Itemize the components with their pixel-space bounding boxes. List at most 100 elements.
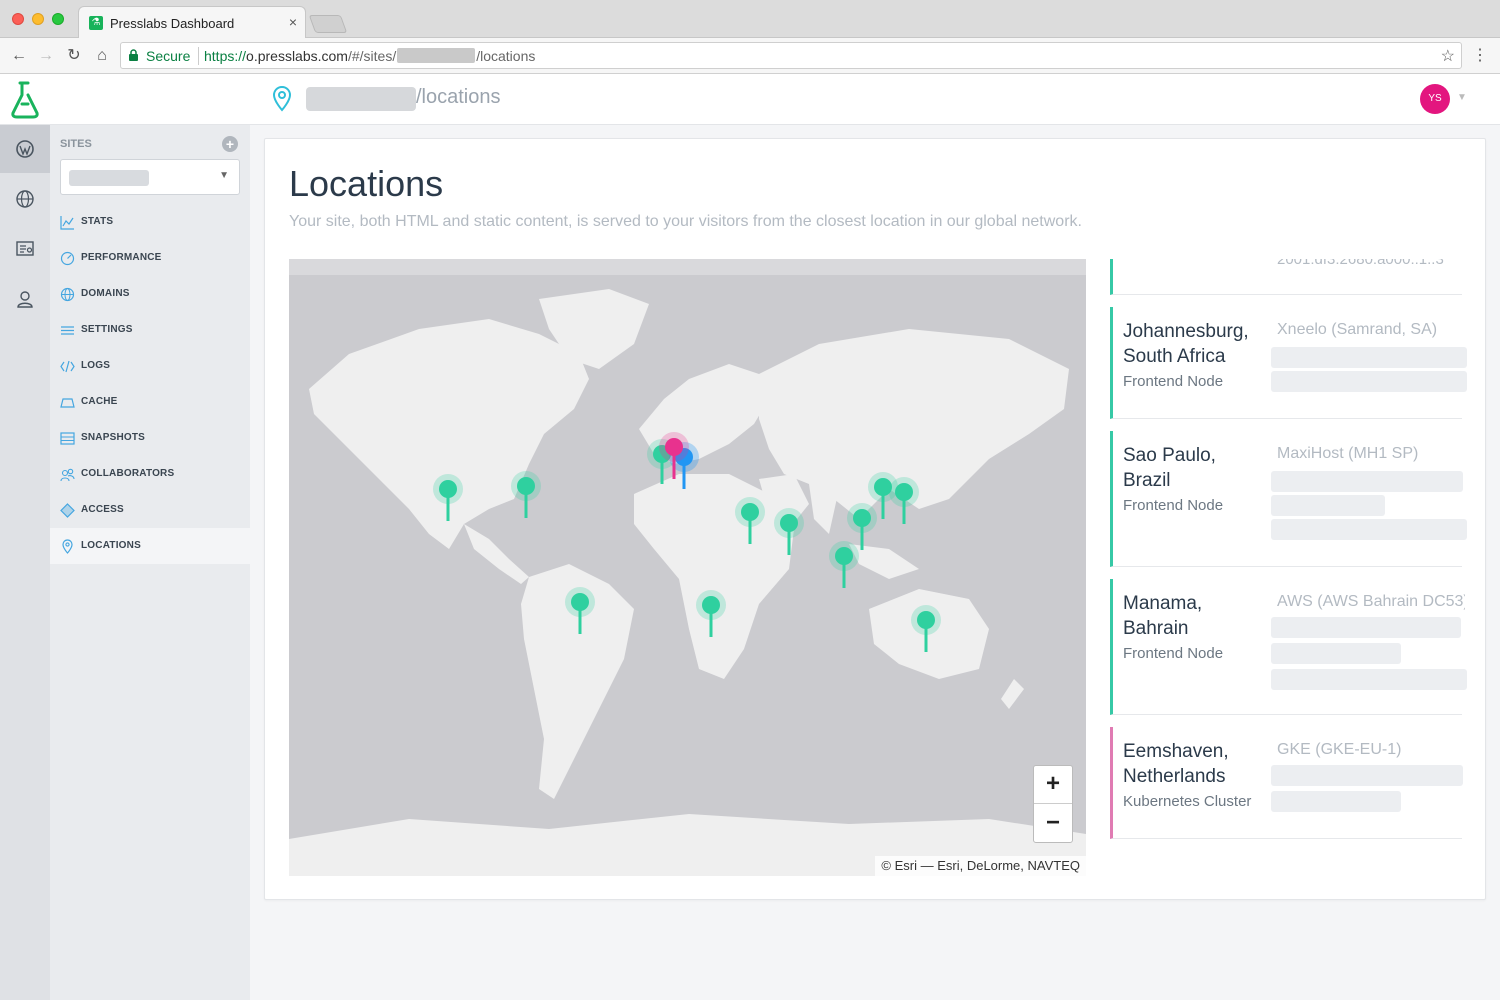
stats-icon bbox=[60, 216, 74, 230]
rail-item-billing[interactable] bbox=[0, 225, 50, 273]
redacted-detail bbox=[1271, 765, 1463, 786]
redacted-site-value bbox=[69, 170, 149, 186]
sidebar-item-cache[interactable]: CACHE bbox=[50, 384, 250, 420]
sidebar-item-stats[interactable]: STATS bbox=[50, 204, 250, 240]
rail-item-wordpress[interactable] bbox=[0, 125, 50, 173]
reload-icon[interactable]: ↻ bbox=[63, 45, 85, 67]
site-selector[interactable]: ▼ bbox=[60, 159, 240, 195]
url-host: o.presslabs.com bbox=[246, 48, 348, 64]
invoice-icon bbox=[16, 241, 34, 256]
sidebar: SITES + ▼ STATS PERFORMANCE DOMAINS SETT… bbox=[50, 125, 250, 1000]
address-bar[interactable]: Secure https://o.presslabs.com/#/sites/ /… bbox=[120, 42, 1462, 69]
app-rail bbox=[0, 125, 50, 1000]
cache-icon bbox=[60, 398, 75, 408]
sidebar-item-access[interactable]: ACCESS bbox=[50, 492, 250, 528]
sidebar-item-label: ACCESS bbox=[81, 504, 124, 515]
sidebar-item-snapshots[interactable]: SNAPSHOTS bbox=[50, 420, 250, 456]
globe-icon bbox=[16, 190, 34, 208]
location-city: Johannesburg, South Africa bbox=[1123, 321, 1249, 367]
redacted-detail bbox=[1271, 495, 1385, 516]
url-text: https://o.presslabs.com/#/sites/ /locatio… bbox=[204, 48, 535, 64]
redacted-detail bbox=[1271, 791, 1401, 812]
list-item: Johannesburg, South Africa Frontend Node… bbox=[1110, 307, 1467, 419]
back-arrow-icon[interactable]: ← bbox=[8, 45, 30, 67]
redacted-detail bbox=[1271, 347, 1467, 368]
location-city: Eemshaven, Netherlands bbox=[1123, 741, 1229, 787]
tab-close-icon[interactable]: × bbox=[289, 14, 297, 30]
sidebar-item-label: COLLABORATORS bbox=[81, 468, 175, 479]
collaborators-icon bbox=[60, 468, 75, 482]
sidebar-item-settings[interactable]: SETTINGS bbox=[50, 312, 250, 348]
sidebar-item-label: LOCATIONS bbox=[81, 540, 141, 551]
window-minimize-button[interactable] bbox=[32, 13, 44, 25]
location-type: Frontend Node bbox=[1123, 645, 1224, 662]
browser-tab[interactable]: ⚗ Presslabs Dashboard × bbox=[78, 6, 306, 38]
snapshots-icon bbox=[60, 432, 75, 445]
sidebar-item-label: PERFORMANCE bbox=[81, 252, 162, 263]
code-icon bbox=[60, 360, 75, 373]
redacted-detail bbox=[1271, 471, 1463, 492]
location-type: Kubernetes Cluster bbox=[1123, 793, 1252, 810]
browser-menu-icon[interactable]: ⋮ bbox=[1472, 45, 1488, 65]
browser-tab-bar: ⚗ Presslabs Dashboard × bbox=[0, 0, 1500, 38]
map-zoom-controls: + − bbox=[1033, 765, 1073, 843]
url-separator bbox=[198, 47, 199, 65]
sidebar-item-domains[interactable]: DOMAINS bbox=[50, 276, 250, 312]
redacted-detail bbox=[1271, 519, 1467, 540]
location-type: Frontend Node bbox=[1123, 373, 1224, 390]
sidebar-item-performance[interactable]: PERFORMANCE bbox=[50, 240, 250, 276]
list-item: Manama, Bahrain Frontend Node AWS (AWS B… bbox=[1110, 579, 1467, 715]
secure-label: Secure bbox=[146, 48, 191, 64]
url-path-prefix: /#/sites/ bbox=[347, 48, 397, 64]
sidebar-item-collaborators[interactable]: COLLABORATORS bbox=[50, 456, 250, 492]
sidebar-item-logs[interactable]: LOGS bbox=[50, 348, 250, 384]
presslabs-favicon-icon: ⚗ bbox=[89, 16, 103, 30]
zoom-in-button[interactable]: + bbox=[1034, 766, 1072, 804]
performance-icon bbox=[60, 251, 75, 266]
avatar[interactable]: YS bbox=[1420, 84, 1450, 114]
presslabs-logo-icon[interactable] bbox=[8, 80, 42, 120]
location-city: Manama, Bahrain bbox=[1123, 593, 1203, 639]
forward-arrow-icon[interactable]: → bbox=[35, 45, 57, 67]
sidebar-item-label: SETTINGS bbox=[81, 324, 133, 335]
browser-toolbar: ← → ↻ ⌂ Secure https://o.presslabs.com/#… bbox=[0, 38, 1500, 74]
map-attribution: © Esri — Esri, DeLorme, NAVTEQ bbox=[875, 856, 1086, 876]
zoom-out-button[interactable]: − bbox=[1034, 805, 1072, 843]
access-icon bbox=[60, 503, 75, 518]
sidebar-item-label: SNAPSHOTS bbox=[81, 432, 146, 443]
window-maximize-button[interactable] bbox=[52, 13, 64, 25]
sidebar-item-label: LOGS bbox=[81, 360, 111, 371]
wordpress-icon bbox=[16, 140, 34, 158]
location-pin-icon bbox=[272, 86, 292, 112]
chevron-down-icon[interactable]: ▼ bbox=[1457, 92, 1467, 103]
redacted-detail bbox=[1271, 643, 1401, 664]
page-title: Locations bbox=[289, 163, 444, 204]
url-protocol: https:// bbox=[204, 48, 247, 64]
sidebar-item-label: DOMAINS bbox=[81, 288, 130, 299]
tab-title: Presslabs Dashboard bbox=[110, 16, 235, 31]
truncated-address: 2001:df3:2680:a000::1..3 bbox=[1277, 259, 1444, 268]
sidebar-item-locations[interactable]: LOCATIONS bbox=[50, 528, 250, 564]
add-site-button[interactable]: + bbox=[222, 136, 238, 152]
locations-list: 2001:df3:2680:a000::1..3 Johannesburg, S… bbox=[1110, 259, 1470, 859]
sidebar-item-label: CACHE bbox=[81, 396, 118, 407]
user-icon bbox=[17, 291, 33, 308]
settings-icon bbox=[61, 326, 74, 335]
world-map bbox=[289, 259, 1086, 876]
list-item: Sao Paulo, Brazil Frontend Node MaxiHost… bbox=[1110, 431, 1467, 567]
lock-icon bbox=[129, 49, 138, 61]
location-type: Frontend Node bbox=[1123, 497, 1224, 514]
list-item: 2001:df3:2680:a000::1..3 bbox=[1110, 259, 1462, 295]
bookmark-star-icon[interactable]: ☆ bbox=[1441, 46, 1455, 66]
location-provider: GKE (GKE-EU-1) bbox=[1277, 741, 1402, 758]
rail-item-domains[interactable] bbox=[0, 175, 50, 223]
globe-icon bbox=[60, 287, 75, 302]
rail-item-account[interactable] bbox=[0, 275, 50, 323]
breadcrumb: /locations bbox=[416, 86, 501, 108]
new-tab-button[interactable] bbox=[308, 15, 348, 33]
window-close-button[interactable] bbox=[12, 13, 24, 25]
locations-map[interactable]: + − © Esri — Esri, DeLorme, NAVTEQ bbox=[289, 259, 1086, 876]
location-pin-icon bbox=[62, 539, 73, 554]
chevron-down-icon: ▼ bbox=[219, 170, 229, 181]
home-icon[interactable]: ⌂ bbox=[91, 45, 113, 67]
